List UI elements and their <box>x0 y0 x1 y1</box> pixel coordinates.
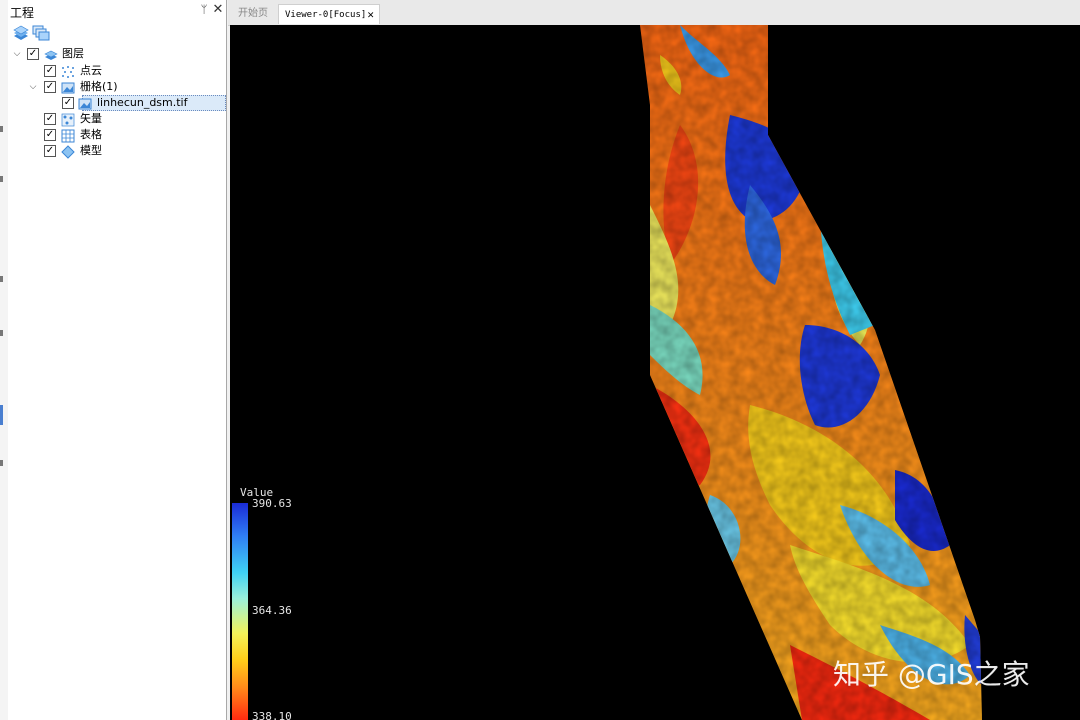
tree-label: 表格 <box>80 128 102 141</box>
tab-start-page[interactable]: 开始页 <box>232 4 276 24</box>
panel-toolbar <box>8 22 226 44</box>
table-icon <box>61 128 75 143</box>
legend-mid-value: 364.36 <box>252 604 292 617</box>
tree-row-layers[interactable]: ⌵ ✓ 图层 <box>8 46 226 62</box>
dock-tick-active[interactable] <box>0 405 3 425</box>
raster-strip <box>640 25 982 720</box>
layer-stack-icon[interactable] <box>12 25 30 41</box>
tree-label: linhecun_dsm.tif <box>97 96 188 109</box>
tree-label: 点云 <box>80 64 102 77</box>
add-layers-icon[interactable] <box>32 25 50 41</box>
dock-tick <box>0 176 3 182</box>
panel-header: 工程 ᛘ ✕ <box>8 0 226 22</box>
project-panel: 工程 ᛘ ✕ ⌵ ✓ 图层 ✓ 点云 ⌵ ✓ 栅格(1) ✓ linhecun_… <box>8 0 227 720</box>
legend-color-ramp <box>232 503 248 720</box>
tree-label: 矢量 <box>80 112 102 125</box>
vector-checkbox[interactable]: ✓ <box>44 113 56 125</box>
tree-row-model[interactable]: ✓ 模型 <box>8 143 226 159</box>
raster-file-checkbox[interactable]: ✓ <box>62 97 74 109</box>
dock-tick <box>0 276 3 282</box>
vector-icon <box>61 112 75 127</box>
table-checkbox[interactable]: ✓ <box>44 129 56 141</box>
tree-row-raster-file[interactable]: ✓ linhecun_dsm.tif <box>8 95 226 111</box>
watermark: 知乎 @GIS之家 <box>833 658 1030 691</box>
model-checkbox[interactable]: ✓ <box>44 145 56 157</box>
tab-viewer-label: Viewer-0[Focus] <box>285 10 367 20</box>
tree-label: 栅格(1) <box>80 80 118 93</box>
raster-file-icon <box>78 96 92 110</box>
document-tabbar: 开始页 Viewer-0[Focus] ✕ <box>228 0 1080 26</box>
dsm-raster-map[interactable] <box>230 25 1080 720</box>
tree-row-pointcloud[interactable]: ✓ 点云 <box>8 63 226 79</box>
map-viewer[interactable]: Value 390.63 364.36 338.10 知乎 @GIS之家 <box>230 25 1080 720</box>
point-cloud-icon <box>61 64 75 78</box>
tree-row-table[interactable]: ✓ 表格 <box>8 127 226 143</box>
tree-row-vector[interactable]: ✓ 矢量 <box>8 111 226 127</box>
chevron-down-icon[interactable]: ⌵ <box>28 81 38 93</box>
dock-tick <box>0 460 3 466</box>
legend-min-value: 338.10 <box>252 710 292 720</box>
pin-button[interactable]: ᛘ <box>198 3 210 17</box>
tab-close-icon[interactable]: ✕ <box>367 5 374 25</box>
tree-row-raster[interactable]: ⌵ ✓ 栅格(1) <box>8 79 226 95</box>
panel-title: 工程 <box>10 6 35 20</box>
layer-stack-icon <box>44 47 58 61</box>
tree-label: 图层 <box>62 47 84 60</box>
chevron-down-icon[interactable]: ⌵ <box>12 48 22 60</box>
legend-max-value: 390.63 <box>252 497 292 510</box>
dock-tick <box>0 330 3 336</box>
tab-viewer[interactable]: Viewer-0[Focus] ✕ <box>278 4 380 24</box>
panel-close-button[interactable]: ✕ <box>212 3 224 17</box>
model-icon <box>61 144 75 159</box>
tree-label: 模型 <box>80 144 102 157</box>
pointcloud-checkbox[interactable]: ✓ <box>44 65 56 77</box>
layers-checkbox[interactable]: ✓ <box>27 48 39 60</box>
dock-tick <box>0 126 3 132</box>
layer-tree: ⌵ ✓ 图层 ✓ 点云 ⌵ ✓ 栅格(1) ✓ linhecun_dsm.tif… <box>8 44 226 720</box>
raster-checkbox[interactable]: ✓ <box>44 81 56 93</box>
raster-icon <box>61 80 75 94</box>
